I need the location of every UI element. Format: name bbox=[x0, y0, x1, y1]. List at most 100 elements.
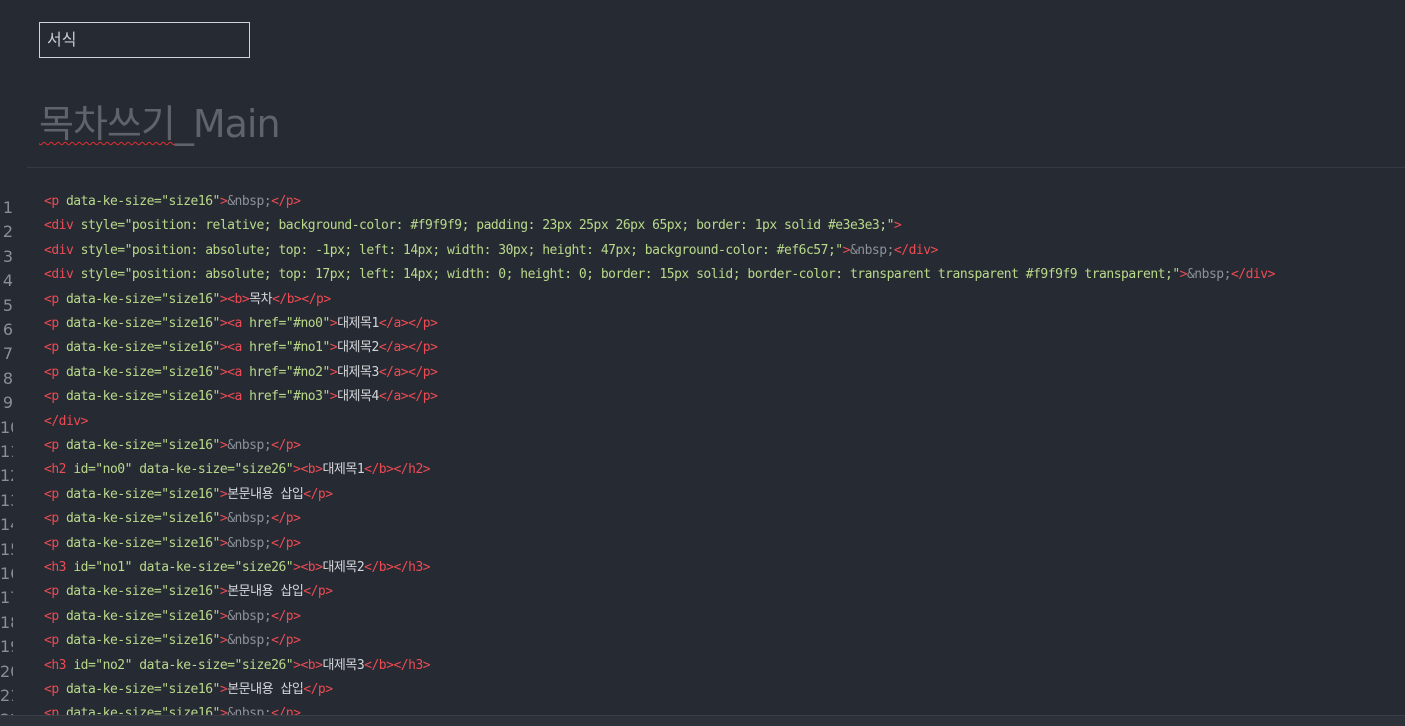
line-number: 13 bbox=[0, 490, 13, 510]
code-text: <h3 id="no1" data-ke-size="size26"><b>대제… bbox=[44, 556, 431, 580]
code-token-tag: <p bbox=[44, 389, 66, 405]
code-text: <p data-ke-size="size16">본문내용 삽입</p> bbox=[44, 483, 333, 507]
post-title[interactable]: 목차쓰기_Main bbox=[39, 93, 281, 148]
code-text: <p data-ke-size="size16">본문내용 삽입</p> bbox=[44, 678, 333, 702]
code-token-attr: href="#no3" bbox=[249, 389, 330, 405]
code-token-tag: ><b> bbox=[293, 560, 323, 575]
line-number: 18 bbox=[0, 612, 13, 632]
code-token-attr: style="position: relative; background-co… bbox=[80, 218, 895, 234]
code-token-txt: 본문내용 삽입 bbox=[227, 584, 304, 600]
line-number: 15 bbox=[0, 539, 13, 559]
line-number: 19 bbox=[0, 637, 13, 657]
code-token-attr: id="no1" data-ke-size="size26" bbox=[73, 560, 294, 575]
code-token-tag: <h3 bbox=[44, 560, 74, 575]
code-token-attr: style="position: absolute; top: -1px; le… bbox=[80, 242, 843, 258]
line-number: 3 bbox=[2, 246, 13, 266]
code-token-tag: </b></h3> bbox=[364, 657, 431, 673]
code-token-tag: ><b> bbox=[219, 291, 250, 307]
code-token-ent: &nbsp; bbox=[227, 633, 272, 649]
code-token-tag: </b></p> bbox=[272, 291, 331, 307]
code-token-tag: <p bbox=[44, 535, 66, 551]
line-number: 16 bbox=[0, 564, 13, 583]
code-token-attr: data-ke-size="size16" bbox=[65, 511, 220, 527]
code-text: <p data-ke-size="size16">&nbsp;</p> bbox=[44, 629, 301, 653]
editor-bottom-bar bbox=[0, 715, 1405, 726]
code-token-attr: data-ke-size="size16" bbox=[65, 389, 220, 405]
code-token-tag: </a></p> bbox=[378, 389, 438, 405]
code-token-tag: <div bbox=[44, 267, 81, 283]
code-token-tag: > bbox=[329, 389, 338, 405]
code-token-tag: </div> bbox=[44, 413, 88, 429]
format-select[interactable]: 서식 bbox=[39, 22, 250, 58]
code-token-ent: &nbsp; bbox=[227, 608, 272, 624]
code-token-tag: > bbox=[329, 364, 338, 380]
code-token-tag: </div> bbox=[1230, 267, 1275, 283]
code-text: <div style="position: relative; backgrou… bbox=[44, 214, 902, 238]
code-text: <p data-ke-size="size16"><b>목차</b></p> bbox=[44, 288, 331, 312]
line-number: 14 bbox=[0, 515, 13, 535]
code-token-txt: 본문내용 삽입 bbox=[227, 486, 304, 502]
line-number: 10 bbox=[0, 417, 13, 437]
code-token-attr: data-ke-size="size16" bbox=[65, 682, 220, 697]
line-number: 8 bbox=[2, 368, 13, 388]
code-token-tag: <div bbox=[44, 218, 81, 234]
code-editor[interactable]: 1 <p data-ke-size="size16">&nbsp;</p> 2 <di… bbox=[0, 190, 1405, 716]
code-token-tag: ><a bbox=[219, 364, 250, 380]
code-token-tag: <h2 bbox=[44, 462, 74, 478]
code-token-attr: data-ke-size="size16" bbox=[65, 340, 220, 356]
code-token-tag: </p> bbox=[271, 438, 301, 453]
code-token-attr: data-ke-size="size16" bbox=[65, 364, 220, 380]
code-token-tag: <p bbox=[44, 340, 66, 356]
code-text: <p data-ke-size="size16"><a href="#no1">… bbox=[44, 336, 438, 360]
code-text: <div style="position: absolute; top: -1p… bbox=[44, 239, 938, 263]
code-token-tag: </b></h3> bbox=[364, 560, 431, 575]
code-text: <div style="position: absolute; top: 17p… bbox=[44, 263, 1275, 287]
code-token-ent: &nbsp; bbox=[227, 194, 272, 209]
code-token-attr: data-ke-size="size16" bbox=[65, 608, 220, 624]
code-token-tag: </p> bbox=[303, 486, 333, 502]
code-token-tag: > bbox=[842, 242, 851, 258]
code-token-tag: <p bbox=[44, 364, 66, 380]
line-number: 21 bbox=[0, 686, 13, 705]
code-token-attr: style="position: absolute; top: 17px; le… bbox=[80, 267, 1181, 283]
code-token-tag: </p> bbox=[303, 584, 333, 600]
line-number: 9 bbox=[2, 393, 13, 413]
code-token-tag: <div bbox=[44, 242, 81, 258]
code-token-tag: </a></p> bbox=[378, 316, 438, 331]
code-token-tag: </a></p> bbox=[378, 364, 438, 380]
code-token-ent: &nbsp; bbox=[849, 242, 894, 258]
code-token-tag: </p> bbox=[303, 682, 333, 697]
code-token-attr: data-ke-size="size16" bbox=[65, 194, 220, 209]
title-rest: _Main bbox=[174, 102, 281, 146]
code-text: <p data-ke-size="size16">&nbsp;</p> bbox=[44, 605, 301, 629]
code-token-tag: <p bbox=[44, 633, 66, 649]
html-editor-page: 서식 목차쓰기_Main 1 <p data-ke-size="size16">&… bbox=[0, 0, 1405, 726]
code-token-tag: > bbox=[329, 340, 338, 356]
code-token-attr: data-ke-size="size16" bbox=[65, 535, 220, 551]
code-token-tag: </p> bbox=[271, 511, 301, 527]
code-token-tag: ><b> bbox=[293, 462, 323, 478]
code-text: <p data-ke-size="size16">&nbsp;</p> bbox=[44, 434, 301, 458]
line-number: 4 bbox=[2, 271, 13, 291]
code-text: <p data-ke-size="size16">&nbsp;</p> bbox=[44, 532, 301, 556]
code-text: <h3 id="no2" data-ke-size="size26"><b>대제… bbox=[44, 654, 431, 678]
code-token-tag: <p bbox=[44, 584, 66, 600]
line-number: 17 bbox=[0, 588, 13, 608]
code-token-attr: data-ke-size="size16" bbox=[65, 438, 220, 453]
code-text: <p data-ke-size="size16">&nbsp;</p> bbox=[44, 507, 301, 531]
code-token-tag: <p bbox=[44, 291, 66, 307]
code-token-ent: &nbsp; bbox=[1186, 267, 1231, 283]
code-token-tag: > bbox=[1179, 267, 1188, 283]
code-token-txt: 대제목3 bbox=[322, 657, 365, 673]
line-number: 20 bbox=[0, 661, 13, 681]
code-text: <p data-ke-size="size16"><a href="#no0">… bbox=[44, 312, 438, 336]
line-number: 5 bbox=[2, 295, 13, 315]
code-token-tag: </p> bbox=[271, 633, 301, 649]
code-text: <p data-ke-size="size16"><a href="#no3">… bbox=[44, 385, 438, 409]
line-number: 11 bbox=[0, 442, 13, 461]
code-text: <p data-ke-size="size16">&nbsp;</p> bbox=[44, 702, 301, 716]
code-token-attr: data-ke-size="size16" bbox=[65, 316, 220, 331]
code-token-attr: id="no2" data-ke-size="size26" bbox=[73, 657, 294, 673]
code-text: <p data-ke-size="size16">본문내용 삽입</p> bbox=[44, 580, 333, 604]
code-text: <p data-ke-size="size16"><a href="#no2">… bbox=[44, 361, 438, 385]
